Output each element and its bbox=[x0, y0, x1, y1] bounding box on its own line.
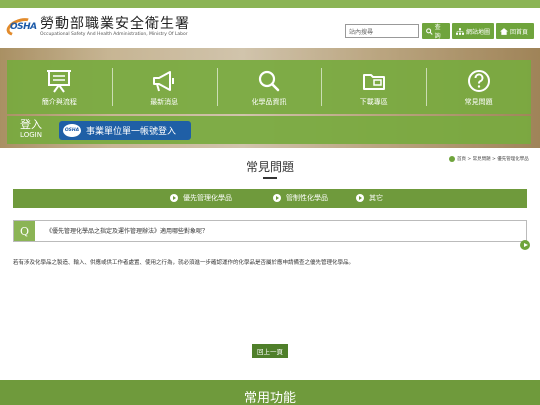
question-mark-badge: Q bbox=[14, 221, 35, 241]
nav-label-news: 最新消息 bbox=[150, 98, 179, 106]
faq-answer-text: 若有涉及化學品之製造、輸入、供應或供工作者處置、使用之行為，就必須進一步確認運作… bbox=[13, 260, 355, 266]
tab-label: 優先管理化學品 bbox=[183, 194, 232, 202]
tab-priority-chemicals[interactable]: 優先管理化學品 bbox=[170, 193, 232, 203]
nav-item-chemical-info[interactable]: 化學品資訊 bbox=[216, 60, 322, 114]
login-label-zh: 登入 bbox=[20, 118, 42, 131]
tab-label: 管制性化學品 bbox=[286, 194, 328, 202]
megaphone-icon bbox=[151, 69, 177, 93]
sitemap-button[interactable]: 網站地圖 bbox=[452, 23, 494, 39]
question-icon bbox=[466, 69, 492, 93]
search-button[interactable]: 查詢 bbox=[422, 23, 450, 40]
tab-others[interactable]: 其它 bbox=[356, 193, 383, 203]
logo-osha-text: OSHA bbox=[10, 22, 37, 32]
nav-item-faq[interactable]: 常見問題 bbox=[426, 60, 531, 114]
top-accent-stripe bbox=[0, 0, 540, 8]
nav-item-intro[interactable]: 簡介與流程 bbox=[7, 60, 112, 114]
site-header: OSHA 勞動部職業安全衛生署 Occupational Safety And … bbox=[0, 8, 540, 48]
site-logo[interactable]: OSHA 勞動部職業安全衛生署 Occupational Safety And … bbox=[4, 14, 190, 40]
faq-question-text[interactable]: 《優先管理化學品之指定及運作管理辦法》適用哪些對象呢？ bbox=[46, 226, 208, 235]
osha-badge-icon: OSHA bbox=[63, 124, 81, 137]
main-nav: 簡介與流程 最新消息 化學品資訊 下載專區 常見問題 bbox=[7, 60, 531, 114]
tab-label: 其它 bbox=[369, 194, 383, 202]
osha-logo-mark: OSHA bbox=[4, 14, 37, 40]
expand-arrow-icon[interactable] bbox=[520, 240, 530, 250]
back-button[interactable]: 回上一頁 bbox=[252, 344, 288, 358]
login-label: 登入 LOGIN bbox=[20, 119, 42, 140]
tab-arrow-icon bbox=[273, 194, 281, 202]
sitemap-icon bbox=[456, 27, 464, 35]
magnifier-icon bbox=[256, 69, 282, 93]
breadcrumb-home-icon bbox=[449, 156, 455, 162]
breadcrumb: 首頁 > 常見問題 > 優先管理化學品 bbox=[449, 156, 529, 162]
login-bar: 登入 LOGIN OSHA 事業單位單一帳號登入 bbox=[7, 116, 531, 144]
footer-common-functions: 常用功能 bbox=[0, 380, 540, 405]
tab-arrow-icon bbox=[356, 194, 364, 202]
faq-question-row[interactable]: Q 《優先管理化學品之指定及運作管理辦法》適用哪些對象呢？ bbox=[13, 220, 527, 242]
nav-label-faq: 常見問題 bbox=[464, 98, 493, 106]
tab-arrow-icon bbox=[170, 194, 178, 202]
sitemap-button-label: 網站地圖 bbox=[466, 28, 491, 36]
nav-label-chemical-info: 化學品資訊 bbox=[251, 98, 287, 106]
logo-text: 勞動部職業安全衛生署 Occupational Safety And Healt… bbox=[40, 15, 190, 38]
tab-controlled-chemicals[interactable]: 管制性化學品 bbox=[273, 193, 328, 203]
search-input[interactable]: 站內搜尋 bbox=[345, 24, 419, 38]
breadcrumb-text[interactable]: 首頁 > 常見問題 > 優先管理化學品 bbox=[457, 156, 529, 162]
download-folder-icon bbox=[361, 69, 387, 93]
home-icon bbox=[500, 27, 508, 35]
presentation-board-icon bbox=[46, 69, 72, 93]
login-label-en: LOGIN bbox=[20, 131, 42, 139]
single-account-login-button[interactable]: OSHA 事業單位單一帳號登入 bbox=[59, 121, 191, 140]
search-button-label: 查詢 bbox=[434, 24, 441, 40]
title-underline bbox=[263, 177, 277, 179]
home-button[interactable]: 回首頁 bbox=[496, 23, 534, 39]
category-tabs: 優先管理化學品 管制性化學品 其它 bbox=[13, 189, 527, 208]
nav-item-download[interactable]: 下載專區 bbox=[321, 60, 426, 114]
search-icon bbox=[426, 27, 433, 35]
login-button-label: 事業單位單一帳號登入 bbox=[86, 127, 177, 137]
nav-label-intro: 簡介與流程 bbox=[41, 98, 77, 106]
site-name-en: Occupational Safety And Health Administr… bbox=[40, 31, 188, 37]
nav-label-download: 下載專區 bbox=[359, 98, 388, 106]
nav-item-news[interactable]: 最新消息 bbox=[111, 60, 217, 114]
site-name-zh: 勞動部職業安全衛生署 bbox=[40, 15, 190, 32]
home-button-label: 回首頁 bbox=[510, 28, 529, 36]
